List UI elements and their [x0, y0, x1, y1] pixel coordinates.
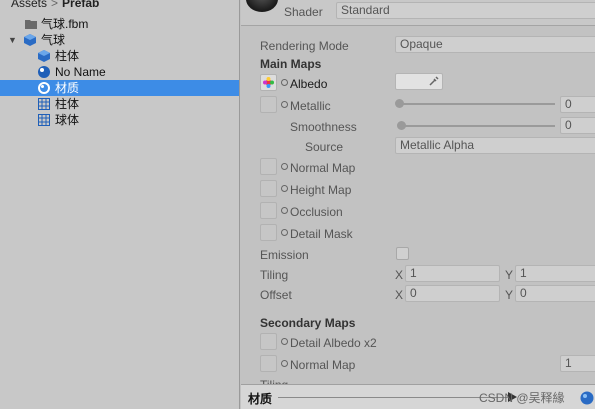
- material-header: Shader Standard: [241, 0, 595, 26]
- detail-albedo-picker-icon[interactable]: [281, 338, 288, 345]
- albedo-label: Albedo: [290, 77, 328, 91]
- albedo-picker-icon[interactable]: [281, 79, 288, 86]
- smoothness-label: Smoothness: [290, 120, 357, 134]
- list-item-label: 气球.fbm: [41, 17, 89, 31]
- height-map-label: Height Map: [290, 183, 352, 197]
- list-item-label: No Name: [55, 65, 106, 79]
- inspector-panel: Shader Standard Rendering Mode Opaque Ma…: [241, 0, 595, 409]
- detail-mask-label: Detail Mask: [290, 227, 353, 241]
- occlusion-label: Occlusion: [290, 205, 343, 219]
- preview-sphere-icon[interactable]: [580, 391, 594, 405]
- tiling-y-field[interactable]: 1: [515, 265, 595, 282]
- list-item-balloon-prefab[interactable]: ▼ 气球: [0, 32, 239, 48]
- color-wheel-icon: [263, 77, 274, 88]
- metallic-value-field[interactable]: 0: [560, 96, 595, 113]
- preview-asset-name: 材质: [248, 392, 273, 406]
- detail-mask-texture-slot[interactable]: [260, 224, 277, 241]
- offset-y-field[interactable]: 0: [515, 285, 595, 302]
- expand-arrow-icon[interactable]: ▼: [8, 32, 18, 48]
- list-item-material-selected[interactable]: 材质: [0, 80, 239, 96]
- tiling-x-label: X: [395, 268, 404, 282]
- secondary-normal-map-label: Normal Map: [290, 358, 356, 372]
- preview-divider[interactable]: [278, 397, 510, 398]
- list-item-noname-material[interactable]: No Name: [0, 64, 239, 80]
- metallic-label: Metallic: [290, 99, 331, 113]
- rendering-mode-dropdown[interactable]: Opaque: [395, 36, 595, 53]
- secondary-normal-map-texture-slot[interactable]: [260, 355, 277, 372]
- list-item-label: 材质: [55, 81, 80, 95]
- occlusion-texture-slot[interactable]: [260, 202, 277, 219]
- list-item-cylinder-prefab[interactable]: 柱体: [0, 48, 239, 64]
- watermark-text: CSDN @吴释緣: [479, 391, 565, 405]
- source-label: Source: [305, 140, 344, 154]
- rendering-mode-label: Rendering Mode: [260, 39, 349, 53]
- smoothness-slider-track[interactable]: [401, 125, 555, 127]
- normal-map-texture-slot[interactable]: [260, 158, 277, 175]
- mesh-icon: [38, 98, 50, 110]
- albedo-texture-slot[interactable]: [260, 74, 277, 91]
- material-icon: [38, 82, 50, 94]
- mesh-prefab-icon: [38, 50, 50, 62]
- offset-x-label: X: [395, 288, 404, 302]
- height-map-picker-icon[interactable]: [281, 185, 288, 192]
- tiling-x-field[interactable]: 1: [405, 265, 500, 282]
- breadcrumb: Assets > Prefab: [0, 0, 239, 12]
- smoothness-slider-handle[interactable]: [397, 121, 406, 130]
- detail-mask-picker-icon[interactable]: [281, 229, 288, 236]
- detail-albedo-label: Detail Albedo x2: [290, 336, 377, 350]
- main-maps-heading: Main Maps: [260, 57, 322, 71]
- offset-label: Offset: [260, 288, 292, 302]
- metallic-slider-track[interactable]: [399, 103, 555, 105]
- offset-y-label: Y: [505, 288, 514, 302]
- metallic-texture-slot[interactable]: [260, 96, 277, 113]
- breadcrumb-prefab[interactable]: Prefab: [62, 0, 99, 10]
- list-item-label: 气球: [41, 33, 66, 47]
- list-item-label: 柱体: [55, 49, 80, 63]
- folder-icon: [25, 20, 37, 29]
- breadcrumb-separator-icon: >: [51, 0, 59, 10]
- normal-map-picker-icon[interactable]: [281, 163, 288, 170]
- list-item-fbm-folder[interactable]: 气球.fbm: [0, 16, 239, 32]
- tiling-label: Tiling: [260, 268, 289, 282]
- occlusion-picker-icon[interactable]: [281, 207, 288, 214]
- list-item-label: 球体: [55, 113, 80, 127]
- shader-label: Shader: [284, 5, 323, 19]
- prefab-icon: [24, 34, 36, 46]
- smoothness-value-field[interactable]: 0: [560, 117, 595, 134]
- material-preview-thumbnail: [246, 0, 278, 12]
- source-dropdown[interactable]: Metallic Alpha: [395, 137, 595, 154]
- detail-albedo-texture-slot[interactable]: [260, 333, 277, 350]
- tiling-y-label: Y: [505, 268, 514, 282]
- metallic-slider-handle[interactable]: [395, 99, 404, 108]
- list-item-label: 柱体: [55, 97, 80, 111]
- emission-checkbox[interactable]: [396, 247, 409, 260]
- height-map-texture-slot[interactable]: [260, 180, 277, 197]
- list-item-cylinder-mesh[interactable]: 柱体: [0, 96, 239, 112]
- preview-bar: 材质 CSDN @吴释緣: [241, 384, 595, 409]
- secondary-normal-scale-field[interactable]: 1: [560, 355, 595, 372]
- normal-map-label: Normal Map: [290, 161, 356, 175]
- mesh-icon: [38, 114, 50, 126]
- metallic-picker-icon[interactable]: [281, 101, 288, 108]
- material-icon: [38, 66, 50, 78]
- secondary-normal-map-picker-icon[interactable]: [281, 360, 288, 367]
- shader-dropdown[interactable]: Standard: [336, 2, 595, 19]
- eyedropper-icon[interactable]: [428, 75, 440, 87]
- secondary-maps-heading: Secondary Maps: [260, 316, 356, 330]
- emission-label: Emission: [260, 248, 309, 262]
- breadcrumb-assets[interactable]: Assets: [11, 0, 47, 10]
- list-item-sphere-mesh[interactable]: 球体: [0, 112, 239, 128]
- project-panel: Assets > Prefab 气球.fbm ▼ 气球 柱体 No Name 材质 …: [0, 0, 240, 409]
- offset-x-field[interactable]: 0: [405, 285, 500, 302]
